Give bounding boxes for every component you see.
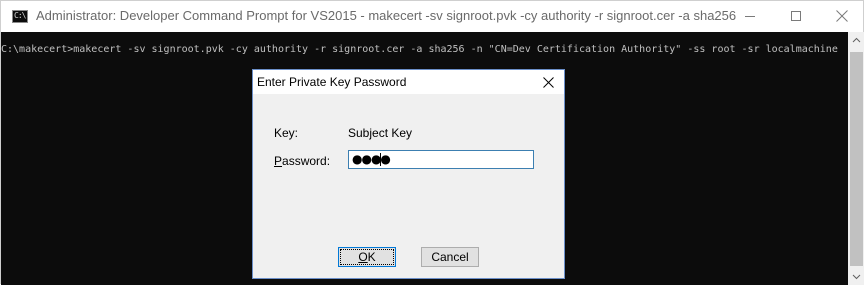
scroll-thumb[interactable] [850, 52, 863, 266]
text-caret [380, 153, 381, 166]
chevron-down-icon [852, 274, 861, 280]
command-prompt-icon: C:\ [12, 10, 28, 23]
vertical-scrollbar[interactable] [848, 32, 864, 285]
password-label: Password: [274, 154, 330, 168]
key-value: Subject Key [348, 126, 413, 140]
focus-ring [340, 249, 394, 265]
close-icon [836, 10, 848, 22]
cancel-button[interactable]: Cancel [421, 247, 479, 267]
dialog-close-button[interactable] [532, 70, 564, 94]
console-command-line: C:\makecert>makecert -sv signroot.pvk -c… [1, 44, 838, 55]
dialog-title: Enter Private Key Password [257, 75, 407, 89]
maximize-icon [791, 11, 801, 21]
password-input[interactable]: ●●●● [348, 150, 534, 169]
key-label: Key: [274, 126, 299, 140]
chevron-up-icon [852, 37, 861, 43]
dialog-title-bar[interactable]: Enter Private Key Password [253, 70, 564, 94]
password-label-rest: assword: [282, 154, 331, 168]
password-label-mnemonic: P [274, 154, 283, 168]
window-title: Administrator: Developer Command Prompt … [36, 8, 736, 23]
command-prompt-window: C:\ Administrator: Developer Command Pro… [0, 0, 864, 285]
scroll-down-button[interactable] [848, 268, 864, 285]
app-icon-text: C:\ [14, 11, 26, 20]
scroll-up-button[interactable] [848, 32, 864, 49]
minimize-button[interactable] [727, 1, 773, 32]
close-button[interactable] [819, 1, 864, 32]
password-masked-value: ●●●● [352, 152, 391, 166]
close-icon [543, 77, 554, 88]
maximize-button[interactable] [773, 1, 819, 32]
ok-button[interactable]: OK [338, 247, 396, 267]
private-key-password-dialog: Enter Private Key Password Key: Subject … [252, 69, 565, 279]
title-bar[interactable]: C:\ Administrator: Developer Command Pro… [1, 1, 863, 32]
minimize-icon [745, 16, 755, 17]
